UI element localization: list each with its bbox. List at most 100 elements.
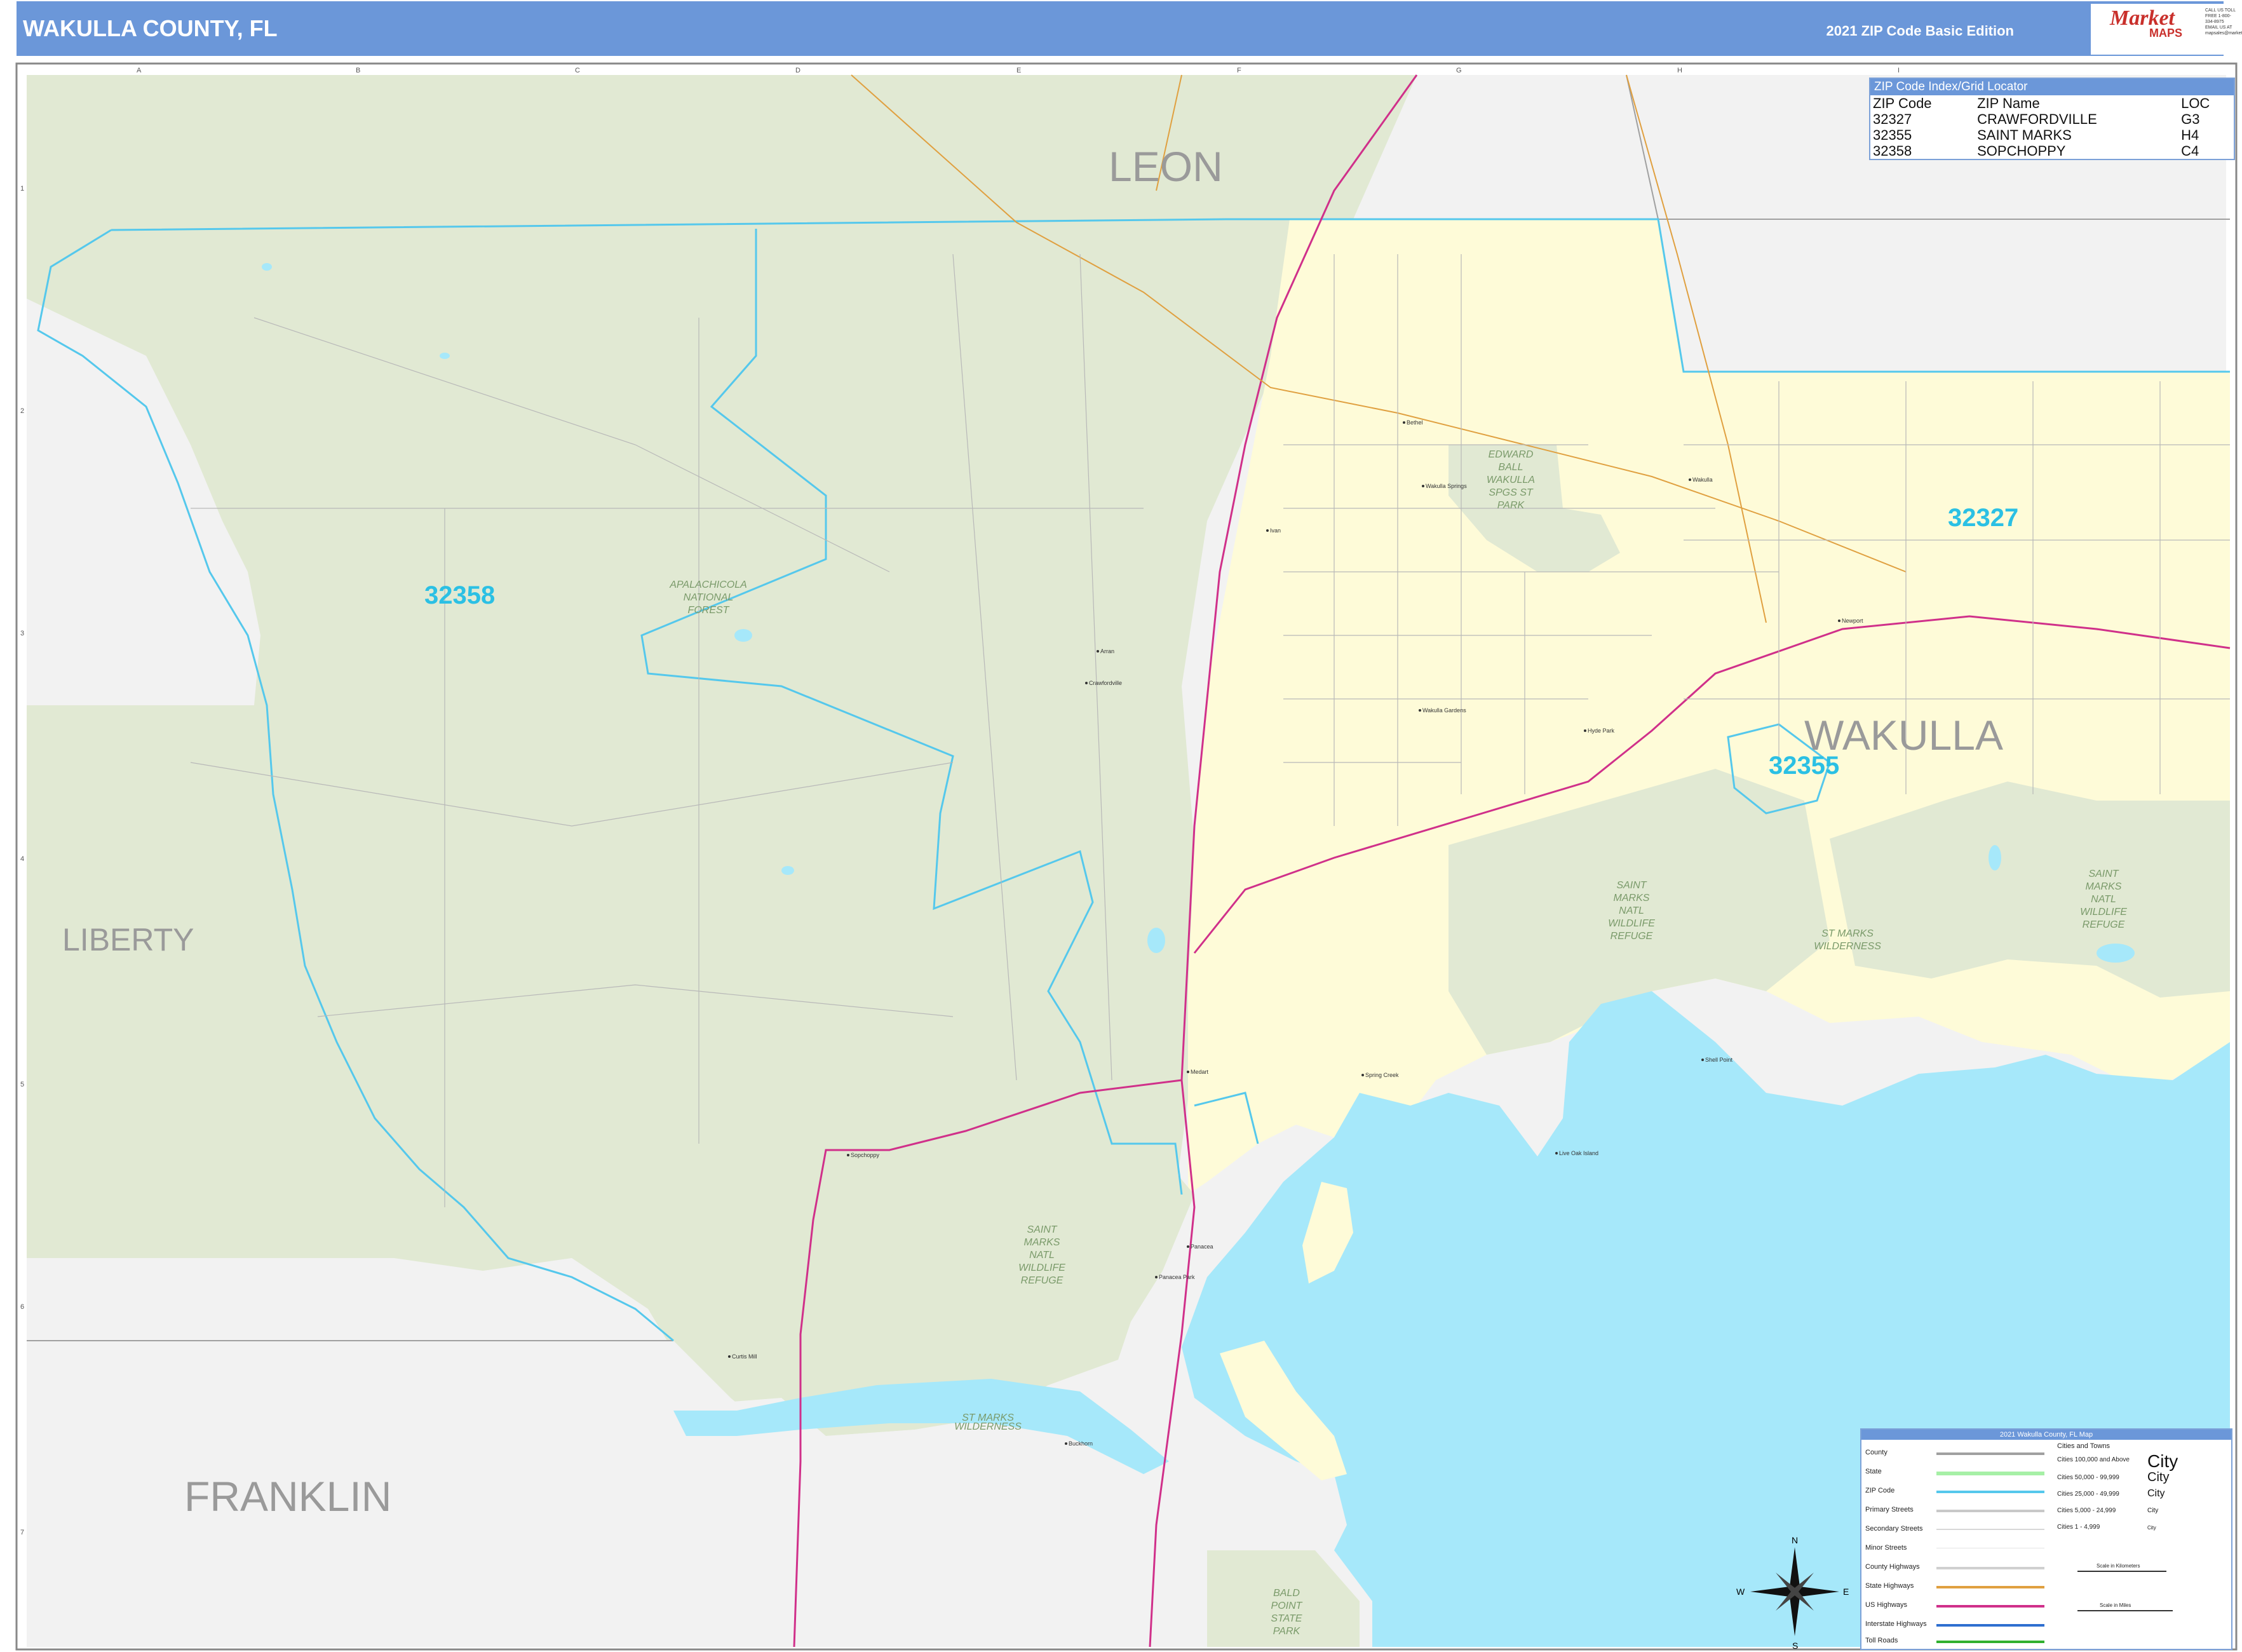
legend-cities-header: Cities and Towns [2057, 1442, 2110, 1450]
grid-row: 2 [20, 407, 24, 415]
legend-swatch-toll [1936, 1641, 2044, 1643]
legend-title: 2021 Wakulla County, FL Map [1861, 1430, 2231, 1440]
place-shell-point: Shell Point [1705, 1057, 1733, 1063]
place-ivan: Ivan [1270, 527, 1281, 534]
legend-scale-km-bar [2077, 1571, 2166, 1572]
legend-item: Toll Roads [1865, 1637, 1898, 1644]
zip-index-table: ZIP Code Index/Grid Locator ZIP Code ZIP… [1869, 78, 2235, 160]
zip-index-row: 32355 SAINT MARKS H4 [1870, 127, 2234, 143]
legend-item: Minor Streets [1865, 1544, 1907, 1552]
svg-text:ST MARKS: ST MARKS [1821, 928, 1874, 939]
svg-text:POINT: POINT [1271, 1601, 1303, 1611]
zip-index-header: LOC [2181, 95, 2210, 111]
svg-text:APALACHICOLA: APALACHICOLA [669, 579, 747, 590]
zip-index-cell: C4 [2181, 143, 2199, 159]
legend-city-sample: City [2147, 1488, 2165, 1499]
legend-item: ZIP Code [1865, 1487, 1895, 1494]
svg-text:MARKS: MARKS [1024, 1237, 1060, 1248]
legend-swatch-county [1936, 1452, 2044, 1455]
svg-text:SAINT: SAINT [2088, 869, 2119, 879]
place-buckhorn: Buckhorn [1069, 1440, 1093, 1447]
zip-index-row: 32327 CRAWFORDVILLE G3 [1870, 111, 2234, 127]
place-sopchoppy: Sopchoppy [851, 1152, 880, 1158]
grid-col: A [137, 67, 142, 74]
legend-item: Interstate Highways [1865, 1620, 1927, 1628]
svg-text:NATL: NATL [1029, 1250, 1055, 1261]
svg-text:SAINT: SAINT [1616, 880, 1647, 891]
svg-text:NATIONAL: NATIONAL [684, 592, 734, 603]
grid-col: B [356, 67, 360, 74]
svg-text:EDWARD: EDWARD [1489, 449, 1534, 460]
zip-index-header: ZIP Name [1977, 95, 2040, 111]
legend-swatch-state-hwy [1936, 1586, 2044, 1588]
legend-city-sample: City [2147, 1507, 2159, 1514]
svg-text:MARKS: MARKS [1614, 893, 1650, 904]
zip-index-cell: SAINT MARKS [1977, 127, 2072, 143]
svg-text:PARK: PARK [1497, 500, 1525, 511]
zip-index-header: ZIP Code [1873, 95, 1932, 111]
svg-text:PARK: PARK [1273, 1626, 1301, 1637]
legend-item: State Highways [1865, 1582, 1914, 1590]
legend-city-class: Cities 1 - 4,999 [2057, 1524, 2100, 1531]
zip-label-32355: 32355 [1769, 752, 1839, 780]
legend-item: Primary Streets [1865, 1506, 1914, 1513]
place-wakulla-gardens: Wakulla Gardens [1422, 707, 1466, 714]
place-panacea-park: Panacea Park [1159, 1274, 1195, 1280]
zip-index-cell: CRAWFORDVILLE [1977, 111, 2097, 127]
legend-city-sample: City [2147, 1525, 2156, 1531]
grid-col: D [795, 67, 800, 74]
svg-text:WAKULLA: WAKULLA [1487, 475, 1535, 485]
place-bethel: Bethel [1407, 419, 1423, 426]
svg-text:REFUGE: REFUGE [1611, 931, 1653, 942]
svg-text:MARKS: MARKS [2086, 881, 2122, 892]
zip-index-cell: SOPCHOPPY [1977, 143, 2066, 159]
county-label-liberty: LIBERTY [62, 922, 194, 958]
svg-text:BALL: BALL [1498, 462, 1523, 473]
place-hyde-park: Hyde Park [1588, 728, 1615, 734]
place-medart: Medart [1191, 1069, 1209, 1075]
grid-row: 5 [20, 1081, 24, 1088]
compass-e: E [1843, 1587, 1849, 1597]
area-label-st-marks-wilderness-west: ST MARKS WILDERNESS [954, 1412, 1022, 1432]
svg-text:NATL: NATL [2091, 894, 2116, 905]
map-canvas[interactable]: A B C D E F G H I 1 2 3 4 5 6 7 LEON LIB… [0, 0, 2242, 1652]
grid-col: H [1677, 67, 1682, 74]
legend-item: Secondary Streets [1865, 1525, 1923, 1533]
county-label-leon: LEON [1109, 143, 1223, 190]
legend-item: County Highways [1865, 1563, 1920, 1571]
grid-col: I [1898, 67, 1900, 74]
zip-label-32327: 32327 [1948, 504, 2018, 532]
place-wakulla-springs: Wakulla Springs [1426, 483, 1467, 489]
grid-row: 4 [20, 855, 24, 863]
grid-row: 6 [20, 1303, 24, 1311]
legend-city-class: Cities 50,000 - 99,999 [2057, 1474, 2119, 1481]
svg-text:WILDLIFE: WILDLIFE [1608, 918, 1655, 929]
legend-scale-mi: Scale in Miles [2100, 1602, 2131, 1608]
legend-swatch-us-hwy [1936, 1605, 2044, 1608]
zip-index-cell: H4 [2181, 127, 2199, 143]
zip-index-title: ZIP Code Index/Grid Locator [1870, 79, 2234, 95]
legend-swatch-county-hwy [1936, 1567, 2044, 1569]
legend-swatch-zip [1936, 1491, 2044, 1493]
zip-index-cell: G3 [2181, 111, 2200, 127]
svg-text:WILDLIFE: WILDLIFE [1018, 1263, 1065, 1273]
svg-text:BALD: BALD [1273, 1588, 1300, 1599]
place-arran: Arran [1100, 648, 1114, 654]
legend-item: US Highways [1865, 1601, 1908, 1609]
legend-city-sample: City [2147, 1470, 2170, 1484]
legend-city-class: Cities 100,000 and Above [2057, 1456, 2130, 1463]
grid-col: E [1016, 67, 1021, 74]
compass-s: S [1792, 1641, 1798, 1651]
legend-city-class: Cities 25,000 - 49,999 [2057, 1491, 2119, 1498]
grid-col: G [1456, 67, 1462, 74]
grid-col: C [575, 67, 580, 74]
svg-text:SPGS ST: SPGS ST [1489, 487, 1534, 498]
place-crawfordville: Crawfordville [1089, 680, 1122, 686]
zip-index-cell: 32358 [1873, 143, 1912, 159]
place-wakulla: Wakulla [1692, 477, 1713, 483]
zip-index-header-row: ZIP Code ZIP Name LOC [1870, 95, 2234, 111]
zip-index-cell: 32355 [1873, 127, 1912, 143]
legend-item: County [1865, 1449, 1887, 1456]
zip-index-cell: 32327 [1873, 111, 1912, 127]
svg-text:WILDERNESS: WILDERNESS [1814, 941, 1881, 952]
